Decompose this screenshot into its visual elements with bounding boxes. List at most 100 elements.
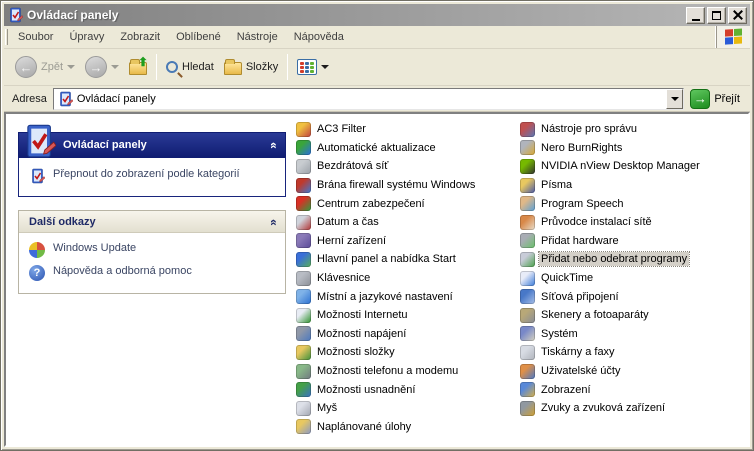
control-panel-item-label: NVIDIA nView Desktop Manager [539,159,702,173]
go-button[interactable]: → Přejít [684,89,746,109]
panel-header-see-also[interactable]: Další odkazy « [19,211,285,233]
address-input[interactable]: Ovládací panely [53,88,684,110]
control-panel-item-label: Místní a jazykové nastavení [315,290,455,304]
folder-options-icon [296,345,311,360]
forward-button[interactable]: → [80,53,124,81]
menu-item-zobrazit[interactable]: Zobrazit [112,28,168,46]
control-panel-item-program-speech[interactable]: Program Speech [520,194,750,213]
control-panel-item-moznosti-telefonu-a-modemu[interactable]: Možnosti telefonu a modemu [296,362,521,381]
date-time-icon [296,215,311,230]
control-panel-item-skenery-a-fotoaparaty[interactable]: Skenery a fotoaparáty [520,306,750,325]
menu-item-oblibene[interactable]: Oblíbené [168,28,229,46]
help-and-support-link[interactable]: ? Nápověda a odborná pomoc [29,265,277,281]
forward-arrow-icon: → [85,56,107,78]
control-panel-item-automaticke-aktualizace[interactable]: Automatické aktualizace [296,139,521,158]
views-dropdown-icon[interactable] [321,65,329,73]
windows-update-link[interactable]: Windows Update [29,242,277,258]
control-panel-item-pridat-nebo-odebrat-programy[interactable]: Přidat nebo odebrat programy [520,250,750,269]
control-panel-item-zvuky-a-zvukova-zarizeni[interactable]: Zvuky a zvuková zařízení [520,399,750,418]
windows-update-globe-icon [29,242,45,258]
accessibility-options-icon [296,382,311,397]
switch-to-category-view-link[interactable]: Přepnout do zobrazení podle kategorií [29,168,277,184]
control-panel-item-moznosti-usnadneni[interactable]: Možnosti usnadnění [296,380,521,399]
control-panel-item-herni-zarizeni[interactable]: Herní zařízení [296,232,521,251]
up-button[interactable]: ⬆ [124,56,152,78]
control-panel-item-pruvodce-instalaci-site[interactable]: Průvodce instalací sítě [520,213,750,232]
control-panel-item-bezdratova-sit[interactable]: Bezdrátová síť [296,157,521,176]
menu-grip[interactable] [5,29,8,45]
control-panel-items-column-1: AC3 FilterAutomatické aktualizaceBezdrát… [296,120,521,436]
views-button[interactable] [292,56,334,78]
control-panel-item-label: Program Speech [539,197,626,211]
phone-modem-icon [296,364,311,379]
add-remove-programs-icon [520,252,535,267]
control-panel-item-moznosti-napajeni[interactable]: Možnosti napájení [296,325,521,344]
control-panel-item-uzivatelske-ucty[interactable]: Uživatelské účty [520,362,750,381]
menu-bar-items: SouborÚpravyZobrazitOblíbenéNástrojeNápo… [10,26,716,48]
control-panel-item-nastroje-pro-spravu[interactable]: Nástroje pro správu [520,120,750,139]
forward-dropdown-icon[interactable] [111,65,119,73]
control-panel-item-pridat-hardware[interactable]: Přidat hardware [520,232,750,251]
control-panel-item-brana-firewall-systemu-windows[interactable]: Brána firewall systému Windows [296,176,521,195]
control-panel-item-hlavni-panel-a-nabidka-start[interactable]: Hlavní panel a nabídka Start [296,250,521,269]
control-panel-item-zobrazeni[interactable]: Zobrazení [520,380,750,399]
control-panel-item-tiskarny-a-faxy[interactable]: Tiskárny a faxy [520,343,750,362]
maximize-button[interactable] [707,7,726,24]
control-panel-item-quicktime[interactable]: QuickTime [520,269,750,288]
control-panel-item-naplanovane-ulohy[interactable]: Naplánované úlohy [296,418,521,437]
sidebar-panel-see-also: Další odkazy « Windows Update ? Nápověda… [18,210,286,294]
control-panel-item-label: Přidat hardware [539,234,621,248]
panel-header-control-panel[interactable]: Ovládací panely « [18,132,286,158]
address-control-panel-icon [57,91,73,107]
minimize-icon [692,19,700,21]
window-title: Ovládací panely [27,8,682,22]
side-link-label: Windows Update [53,242,136,254]
system-icon [520,326,535,341]
power-options-icon [296,326,311,341]
control-panel-item-nero-burnrights[interactable]: Nero BurnRights [520,139,750,158]
control-panel-item-system[interactable]: Systém [520,325,750,344]
taskbar-start-menu-icon [296,252,311,267]
control-panel-item-mys[interactable]: Myš [296,399,521,418]
administrative-tools-icon [520,122,535,137]
search-button[interactable]: Hledat [161,58,219,76]
automatic-updates-icon [296,140,311,155]
back-dropdown-icon[interactable] [67,65,75,73]
back-button[interactable]: ← Zpět [10,53,80,81]
control-panel-item-label: Hlavní panel a nabídka Start [315,252,458,266]
sidebar: Ovládací panely « Přepnout do zobrazení … [18,122,286,294]
control-panel-item-label: Možnosti napájení [315,327,408,341]
folders-button[interactable]: Složky [219,56,283,78]
panel-body: Přepnout do zobrazení podle kategorií [18,158,286,197]
control-panel-item-datum-a-cas[interactable]: Datum a čas [296,213,521,232]
control-panel-item-moznosti-internetu[interactable]: Možnosti Internetu [296,306,521,325]
side-link-label: Přepnout do zobrazení podle kategorií [53,168,240,180]
minimize-button[interactable] [686,7,705,24]
chevron-up-icon[interactable]: « [267,219,281,225]
address-dropdown-button[interactable] [666,89,683,109]
control-panel-item-moznosti-slozky[interactable]: Možnosti složky [296,343,521,362]
title-bar[interactable]: Ovládací panely [4,4,750,26]
control-panel-item-pisma[interactable]: Písma [520,176,750,195]
control-panel-item-mistni-a-jazykove-nastaveni[interactable]: Místní a jazykové nastavení [296,287,521,306]
menu-item-napoveda[interactable]: Nápověda [286,28,352,46]
wireless-network-icon [296,159,311,174]
control-panel-item-ac3-filter[interactable]: AC3 Filter [296,120,521,139]
close-button[interactable] [728,7,747,24]
menu-item-soubor[interactable]: Soubor [10,28,61,46]
menu-bar: SouborÚpravyZobrazitOblíbenéNástrojeNápo… [4,26,750,49]
dropdown-triangle-icon [671,97,679,105]
control-panel-item-klavesnice[interactable]: Klávesnice [296,269,521,288]
control-panel-item-label: Myš [315,401,339,415]
control-panel-item-label: QuickTime [539,271,595,285]
control-panel-item-centrum-zabezpeceni[interactable]: Centrum zabezpečení [296,194,521,213]
control-panel-item-nvidia-nview-desktop-manager[interactable]: NVIDIA nView Desktop Manager [520,157,750,176]
control-panel-item-sitova-pripojeni[interactable]: Síťová připojení [520,287,750,306]
menu-item-upravy[interactable]: Úpravy [61,28,112,46]
fonts-folder-icon [520,178,535,193]
menu-item-nastroje[interactable]: Nástroje [229,28,286,46]
chevron-up-icon[interactable]: « [267,142,281,148]
folders-label: Složky [246,61,278,73]
search-label: Hledat [182,61,214,73]
user-accounts-icon [520,364,535,379]
